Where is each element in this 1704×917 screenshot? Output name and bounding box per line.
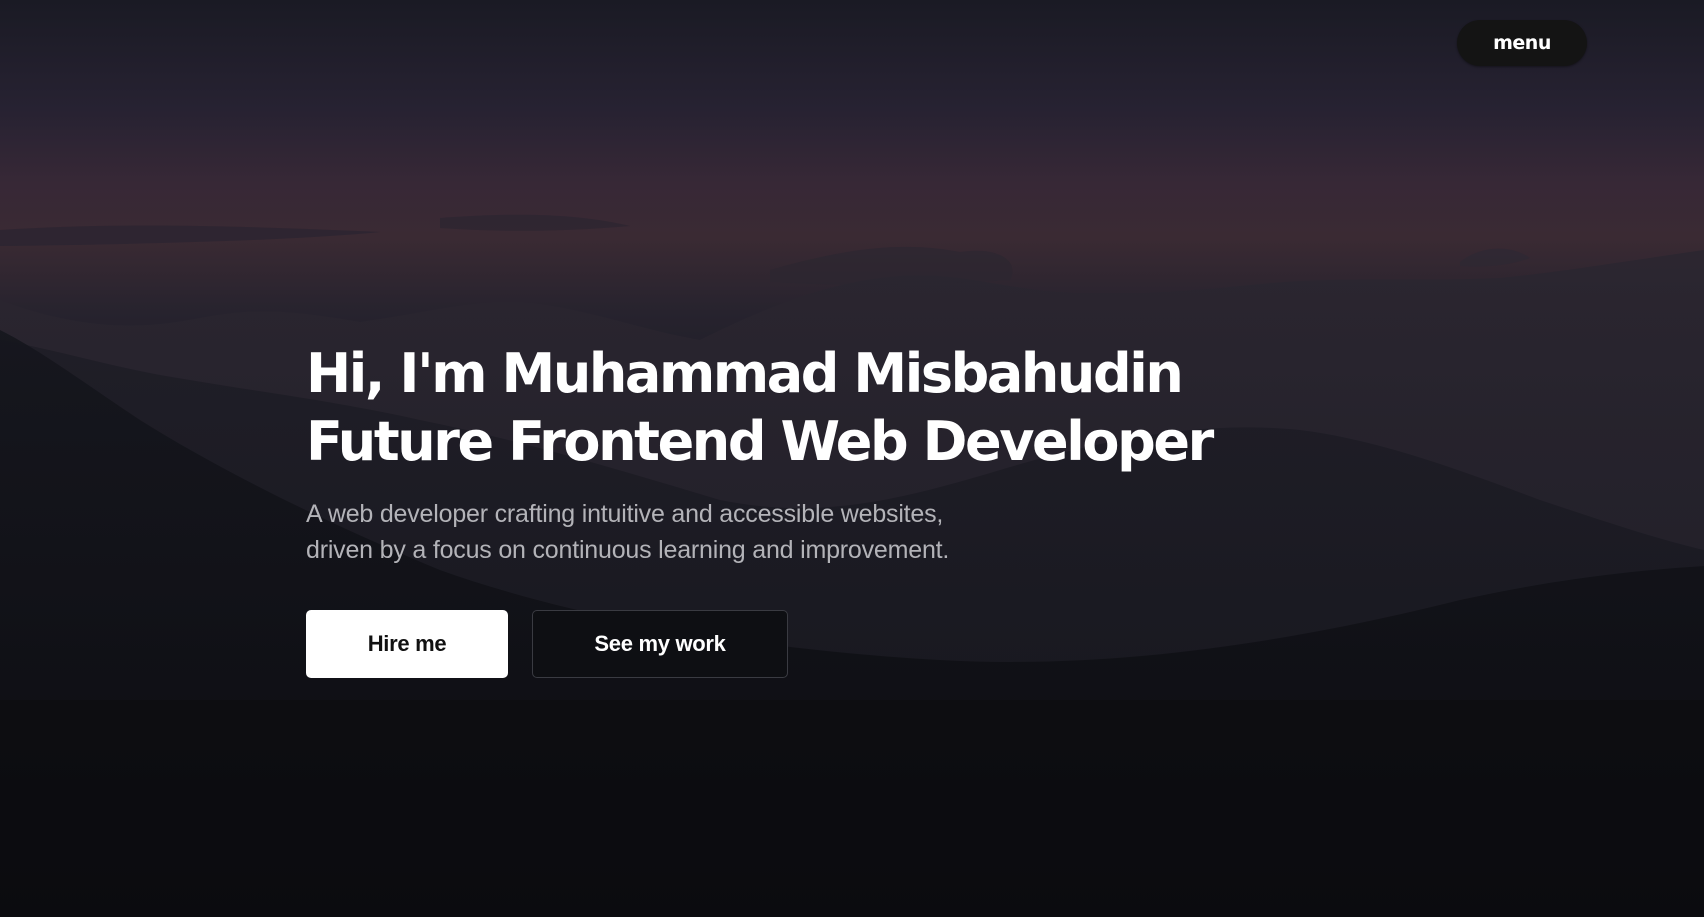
- hero-content: Hi, I'm Muhammad Misbahudin Future Front…: [306, 340, 1386, 678]
- hero-headline: Hi, I'm Muhammad Misbahudin Future Front…: [306, 340, 1386, 476]
- headline-line-2: Future Frontend Web Developer: [306, 410, 1214, 473]
- subtitle-line-2: driven by a focus on continuous learning…: [306, 536, 950, 564]
- hero-subtitle: A web developer crafting intuitive and a…: [306, 496, 1386, 568]
- see-my-work-button[interactable]: See my work: [532, 610, 788, 678]
- hire-me-button[interactable]: Hire me: [306, 610, 508, 678]
- hero-section: menu Hi, I'm Muhammad Misbahudin Future …: [0, 0, 1704, 917]
- subtitle-line-1: A web developer crafting intuitive and a…: [306, 500, 944, 528]
- headline-line-1: Hi, I'm Muhammad Misbahudin: [306, 342, 1184, 405]
- menu-button[interactable]: menu: [1457, 20, 1587, 66]
- hero-actions: Hire me See my work: [306, 610, 1386, 678]
